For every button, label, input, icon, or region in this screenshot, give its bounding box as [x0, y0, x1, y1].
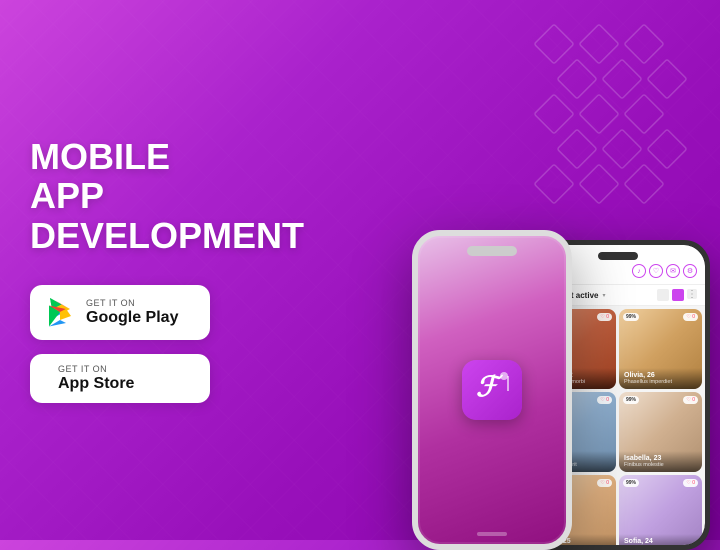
phones-section: ℱ ≡ ℱ ♪ ♡ ✉ — [280, 0, 720, 540]
card-6-badge: 99% — [623, 479, 639, 487]
left-section: MOBILE APP DEVELOPMENT — [0, 97, 280, 444]
store-buttons: GET IT ON Google Play GET IT ON App Stor… — [30, 285, 250, 403]
card-2-hearts: ♡ 0 — [683, 313, 698, 321]
headline: MOBILE APP DEVELOPMENT — [30, 137, 250, 256]
card-4-name: Isabella, 23 — [624, 455, 697, 462]
card-2-name: Olivia, 26 — [624, 372, 697, 379]
chat-icon: ✉ — [666, 264, 680, 278]
google-play-get-it: GET IT ON — [86, 298, 178, 308]
subnav-right: ⋮ — [657, 289, 697, 301]
card-2-desc: Phasellus imperdiet — [624, 379, 697, 385]
app-store-get-it: GET IT ON — [58, 364, 134, 374]
card-3-hearts: ♡ 0 — [597, 396, 612, 404]
google-play-name: Google Play — [86, 308, 178, 327]
google-play-button[interactable]: GET IT ON Google Play — [30, 285, 210, 340]
card-6-name: Sofia, 24 — [624, 538, 697, 545]
notification-icon: ♪ — [632, 264, 646, 278]
filter-icon — [657, 289, 669, 301]
card-4-badge: 99% — [623, 396, 639, 404]
card-5-hearts: ♡ 0 — [597, 479, 612, 487]
app-store-text: GET IT ON App Store — [58, 364, 134, 393]
topbar-right-icons: ♪ ♡ ✉ ⚙ — [632, 264, 697, 278]
app-store-button[interactable]: GET IT ON App Store — [30, 354, 210, 403]
app-store-name: App Store — [58, 374, 134, 393]
more-icon: ⋮ — [687, 289, 697, 299]
svg-text:ℱ: ℱ — [476, 372, 504, 403]
card-1-hearts: ♡ 0 — [597, 313, 612, 321]
headline-line1: MOBILE APP — [30, 136, 170, 217]
profile-card-2: 99% ♡ 0 Olivia, 26 Phasellus imperdiet — [619, 309, 702, 389]
card-2-info: Olivia, 26 Phasellus imperdiet — [619, 368, 702, 389]
profile-card-6: 99% ♡ 0 Sofia, 24 Consectetur adipiscing — [619, 475, 702, 545]
google-play-icon — [46, 295, 74, 330]
phone-big: ℱ — [412, 230, 572, 550]
card-2-badge: 99% — [623, 313, 639, 321]
profile-icon: ♡ — [649, 264, 663, 278]
settings-icon: ⚙ — [683, 264, 697, 278]
headline-line2: DEVELOPMENT — [30, 216, 250, 256]
card-4-desc: Finibus molestie — [624, 462, 697, 468]
main-content: MOBILE APP DEVELOPMENT — [0, 0, 720, 540]
google-play-text: GET IT ON Google Play — [86, 298, 178, 327]
profile-card-4: 99% ♡ 0 Isabella, 23 Finibus molestie — [619, 392, 702, 472]
subnav-dropdown-icon: ▾ — [602, 292, 605, 299]
card-4-hearts: ♡ 0 — [683, 396, 698, 404]
card-6-hearts: ♡ 0 — [683, 479, 698, 487]
grid-icon — [672, 289, 684, 301]
app-icon-letter: ℱ — [472, 366, 512, 414]
card-4-info: Isabella, 23 Finibus molestie — [619, 451, 702, 472]
app-icon-big: ℱ — [462, 360, 522, 420]
